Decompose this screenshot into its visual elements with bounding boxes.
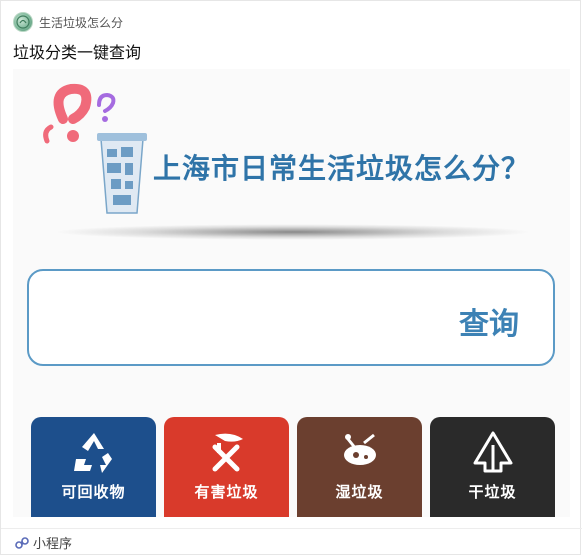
search-box[interactable]: 查询 xyxy=(27,269,555,366)
hazardous-icon xyxy=(212,433,243,472)
app-name: 生活垃圾怎么分 xyxy=(39,15,124,30)
recycle-icon xyxy=(73,433,112,473)
search-button[interactable]: 查询 xyxy=(459,299,519,343)
mini-program-icon xyxy=(15,536,29,549)
banner-divider-shadow xyxy=(53,224,533,240)
category-label: 有害垃圾 xyxy=(194,483,259,501)
category-label: 湿垃圾 xyxy=(335,483,384,501)
category-hazardous[interactable]: 有害垃圾 xyxy=(164,417,289,517)
page-title: 垃圾分类一键查询 xyxy=(13,43,142,62)
category-recyclable[interactable]: 可回收物 xyxy=(31,417,156,517)
trash-cup-icon xyxy=(43,83,147,214)
app-logo-icon xyxy=(13,12,33,32)
banner: 上海市日常生活垃圾怎么分？ 查询 可回收物 有害垃圾 湿垃圾 干垃圾 xyxy=(13,69,570,517)
category-label: 可回收物 xyxy=(61,483,126,501)
category-dry-waste[interactable]: 干垃圾 xyxy=(430,417,555,517)
banner-headline: 上海市日常生活垃圾怎么分？ xyxy=(153,152,531,185)
category-wet-waste[interactable]: 湿垃圾 xyxy=(297,417,422,517)
category-label: 干垃圾 xyxy=(468,483,517,501)
mini-program-card[interactable]: 生活垃圾怎么分 垃圾分类一键查询 上海市日常生活垃圾怎么分？ 查询 可回收物 有… xyxy=(0,0,582,556)
residual-waste-icon xyxy=(473,431,512,473)
footer: 小程序 xyxy=(1,528,582,556)
footer-label: 小程序 xyxy=(33,537,73,552)
app-header: 生活垃圾怎么分 xyxy=(13,11,123,33)
category-list: 可回收物 有害垃圾 湿垃圾 干垃圾 xyxy=(31,417,555,517)
food-waste-icon xyxy=(343,433,376,465)
